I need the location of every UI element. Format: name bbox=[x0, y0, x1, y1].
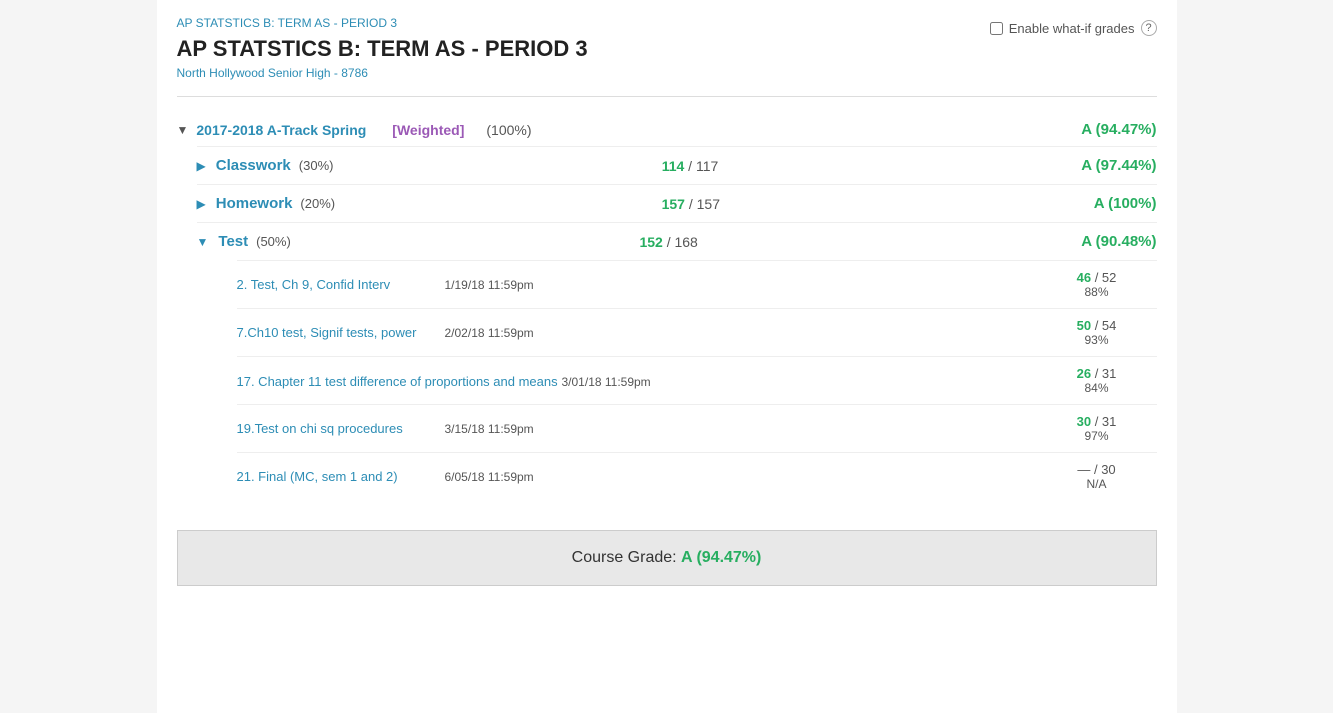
test-score: 152 / 168 bbox=[639, 234, 697, 250]
term-weighted: [Weighted] bbox=[392, 122, 464, 138]
page-title: AP STATSTICS B: TERM AS - PERIOD 3 bbox=[177, 36, 1157, 62]
assignment-name-3[interactable]: 19.Test on chi sq procedures bbox=[237, 421, 437, 436]
test-assignments: 2. Test, Ch 9, Confid Interv 1/19/18 11:… bbox=[237, 260, 1157, 500]
test-toggle[interactable]: ▼ bbox=[197, 235, 209, 249]
assignment-score-1: 50 / 54 93% bbox=[1037, 318, 1157, 347]
assignment-date-0: 1/19/18 11:59pm bbox=[445, 278, 534, 292]
assignment-name-0[interactable]: 2. Test, Ch 9, Confid Interv bbox=[237, 277, 437, 292]
whatif-label[interactable]: Enable what-if grades bbox=[1009, 21, 1135, 36]
term-toggle[interactable]: ▼ bbox=[177, 123, 189, 137]
assignment-date-2: 3/01/18 11:59pm bbox=[562, 375, 651, 389]
classwork-toggle[interactable]: ▶ bbox=[197, 159, 206, 173]
list-item: 2. Test, Ch 9, Confid Interv 1/19/18 11:… bbox=[237, 260, 1157, 308]
assignment-name-4[interactable]: 21. Final (MC, sem 1 and 2) bbox=[237, 469, 437, 484]
course-grade-bar: Course Grade: A (94.47%) bbox=[177, 530, 1157, 586]
list-item: 21. Final (MC, sem 1 and 2) 6/05/18 11:5… bbox=[237, 452, 1157, 500]
classwork-weight: (30%) bbox=[299, 158, 334, 173]
term-row: ▼ 2017-2018 A-Track Spring [Weighted] (1… bbox=[177, 113, 1157, 146]
list-item: 19.Test on chi sq procedures 3/15/18 11:… bbox=[237, 404, 1157, 452]
school-name: North Hollywood Senior High - 8786 bbox=[177, 66, 1157, 80]
classwork-name: Classwork bbox=[216, 157, 291, 174]
classwork-score: 114 / 117 bbox=[662, 158, 719, 174]
page-wrapper: Enable what-if grades ? AP STATSTICS B: … bbox=[157, 0, 1177, 713]
assignment-name-1[interactable]: 7.Ch10 test, Signif tests, power bbox=[237, 325, 437, 340]
whatif-section: Enable what-if grades ? bbox=[990, 20, 1157, 36]
homework-weight: (20%) bbox=[300, 196, 335, 211]
assignment-name-2[interactable]: 17. Chapter 11 test difference of propor… bbox=[237, 374, 558, 389]
category-row-homework: ▶ Homework (20%) 157 / 157 A (100%) bbox=[197, 184, 1157, 222]
homework-toggle[interactable]: ▶ bbox=[197, 197, 206, 211]
category-row-classwork: ▶ Classwork (30%) 114 / 117 A (97.44%) bbox=[197, 146, 1157, 184]
header-divider bbox=[177, 96, 1157, 97]
assignment-score-0: 46 / 52 88% bbox=[1037, 270, 1157, 299]
term-name: 2017-2018 A-Track Spring bbox=[196, 122, 366, 138]
homework-grade: A (100%) bbox=[1047, 195, 1157, 212]
help-icon[interactable]: ? bbox=[1141, 20, 1157, 36]
homework-score: 157 / 157 bbox=[662, 196, 720, 212]
test-weight: (50%) bbox=[256, 234, 291, 249]
course-grade-value: A (94.47%) bbox=[681, 549, 761, 566]
category-section: ▶ Classwork (30%) 114 / 117 A (97.44%) ▶… bbox=[197, 146, 1157, 500]
category-row-test: ▼ Test (50%) 152 / 168 A (90.48%) bbox=[197, 222, 1157, 260]
assignment-score-2: 26 / 31 84% bbox=[1037, 366, 1157, 395]
list-item: 17. Chapter 11 test difference of propor… bbox=[237, 356, 1157, 404]
assignment-date-3: 3/15/18 11:59pm bbox=[445, 422, 534, 436]
whatif-checkbox[interactable] bbox=[990, 22, 1003, 35]
term-pct: (100%) bbox=[486, 122, 531, 138]
assignment-date-1: 2/02/18 11:59pm bbox=[445, 326, 534, 340]
classwork-grade: A (97.44%) bbox=[1047, 157, 1157, 174]
assignment-date-4: 6/05/18 11:59pm bbox=[445, 470, 534, 484]
course-grade-label: Course Grade: bbox=[572, 549, 677, 566]
term-grade: A (94.47%) bbox=[1081, 121, 1156, 138]
assignment-score-3: 30 / 31 97% bbox=[1037, 414, 1157, 443]
homework-name: Homework bbox=[216, 195, 293, 212]
list-item: 7.Ch10 test, Signif tests, power 2/02/18… bbox=[237, 308, 1157, 356]
test-grade: A (90.48%) bbox=[1047, 233, 1157, 250]
assignment-score-4: — / 30 N/A bbox=[1037, 462, 1157, 491]
test-name: Test bbox=[218, 233, 248, 250]
